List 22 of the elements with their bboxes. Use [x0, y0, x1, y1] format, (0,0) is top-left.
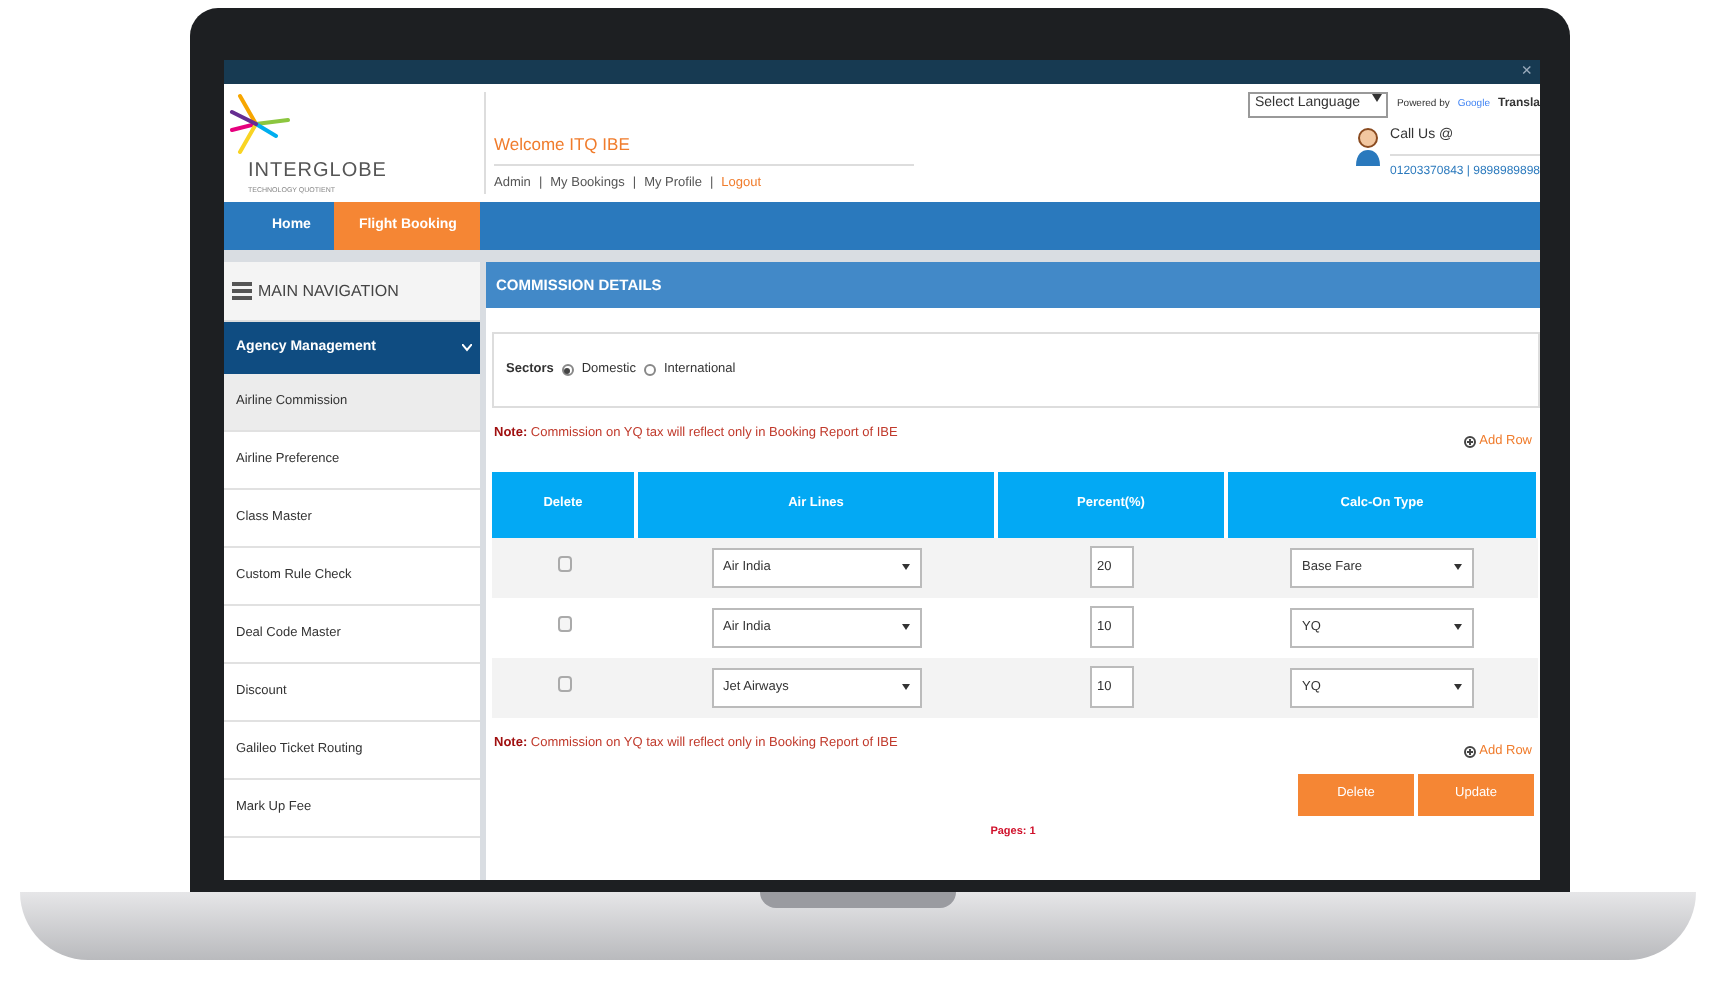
plus-circle-icon [1463, 745, 1476, 758]
caret-icon [1454, 624, 1462, 631]
plus-circle-icon [1463, 435, 1476, 448]
star-logo-icon [228, 92, 296, 156]
radio-button[interactable] [561, 364, 574, 376]
chevron-down-icon [462, 344, 472, 352]
caret-icon [901, 564, 909, 571]
row-checkbox[interactable] [557, 675, 571, 691]
caret-icon [1372, 94, 1383, 102]
close-button[interactable]: × [1521, 60, 1532, 86]
welcome-text: Welcome ITQ IBE [494, 132, 914, 166]
menu-icon [232, 282, 252, 300]
radio-button[interactable] [643, 364, 656, 376]
logo-wordmark: INTERGLOBE [246, 158, 389, 186]
sidebar-title: MAIN NAVIGATION [258, 279, 399, 303]
caret-icon [1454, 684, 1462, 691]
caret-icon [1454, 564, 1462, 571]
caret-icon [901, 624, 909, 631]
row-checkbox[interactable] [557, 615, 571, 631]
support-agent-icon [1354, 125, 1383, 165]
caret-icon [901, 684, 909, 691]
row-checkbox[interactable] [557, 555, 571, 571]
